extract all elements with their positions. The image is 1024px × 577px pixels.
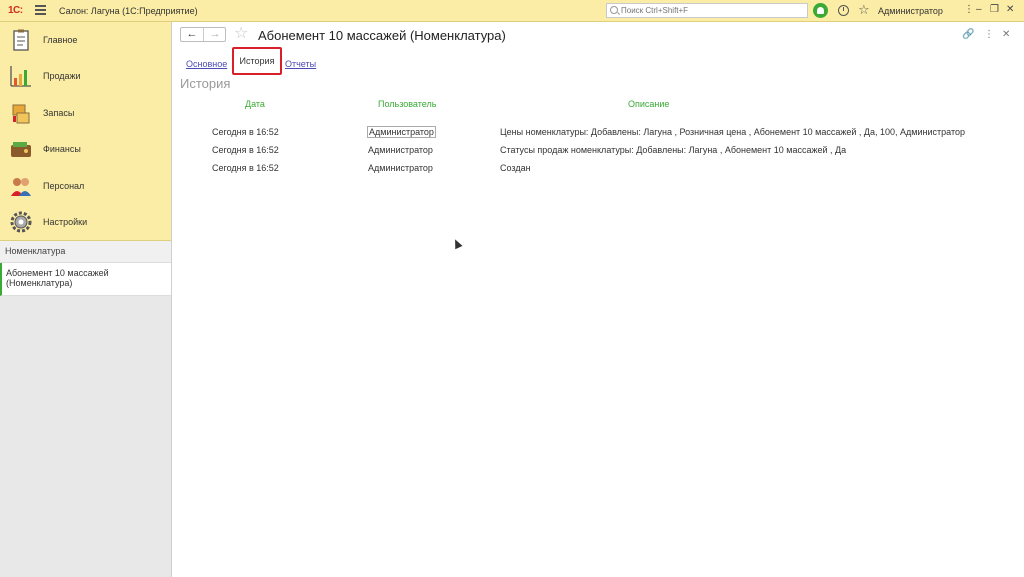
section-label: Настройки bbox=[43, 216, 88, 227]
link-icon[interactable]: 🔗 bbox=[962, 29, 974, 40]
staff-icon bbox=[11, 177, 31, 196]
cell-user: Администратор bbox=[368, 145, 433, 155]
section-stock[interactable]: Запасы bbox=[0, 95, 171, 131]
global-search[interactable] bbox=[606, 3, 808, 18]
notifications-icon[interactable] bbox=[813, 3, 828, 18]
section-label: Персонал bbox=[43, 180, 85, 191]
cell-user[interactable]: Администратор bbox=[367, 126, 436, 138]
more-actions-icon[interactable]: ⋮ bbox=[984, 29, 994, 40]
section-settings[interactable]: Настройки bbox=[0, 204, 171, 240]
search-input[interactable] bbox=[621, 5, 801, 16]
form-area: ← → ☆ Абонемент 10 массажей (Номенклатур… bbox=[172, 22, 1024, 577]
stock-icon bbox=[12, 104, 30, 124]
maximize-icon[interactable]: ❐ bbox=[990, 4, 999, 16]
back-arrow-icon[interactable]: ← bbox=[181, 28, 204, 41]
section-finance[interactable]: Финансы bbox=[0, 131, 171, 167]
history-icon[interactable] bbox=[838, 5, 849, 16]
cell-date: Сегодня в 16:52 bbox=[212, 127, 279, 137]
settings-icon bbox=[10, 211, 32, 233]
sidebar: Главное Продажи Запасы Финансы Персонал … bbox=[0, 22, 172, 577]
cell-description: Цены номенклатуры: Добавлены: Лагуна , Р… bbox=[500, 127, 965, 137]
tab-reports[interactable]: Отчеты bbox=[285, 56, 316, 76]
section-label: Запасы bbox=[43, 107, 75, 118]
navigation-buttons: ← → bbox=[180, 27, 226, 42]
cell-user: Администратор bbox=[368, 163, 433, 173]
section-main[interactable]: Главное bbox=[0, 22, 171, 58]
column-header-description: Описание bbox=[628, 99, 670, 109]
sales-icon bbox=[10, 66, 31, 88]
cell-description: Создан bbox=[500, 163, 531, 173]
tab-main[interactable]: Основное bbox=[186, 56, 227, 76]
main-icon bbox=[13, 29, 29, 51]
main-menu-icon[interactable] bbox=[35, 5, 46, 15]
table-row[interactable]: Сегодня в 16:52 Администратор Статусы пр… bbox=[172, 141, 1024, 159]
section-label: Главное bbox=[43, 35, 78, 45]
section-staff[interactable]: Персонал bbox=[0, 168, 171, 204]
section-sales[interactable]: Продажи bbox=[0, 58, 171, 94]
cell-date: Сегодня в 16:52 bbox=[212, 145, 279, 155]
open-window-item[interactable]: Абонемент 10 массажей (Номенклатура) bbox=[0, 263, 171, 296]
app-title: Салон: Лагуна (1С:Предприятие) bbox=[59, 6, 198, 16]
cell-date: Сегодня в 16:52 bbox=[212, 163, 279, 173]
section-label: Финансы bbox=[43, 144, 81, 155]
mouse-cursor-icon bbox=[451, 237, 463, 250]
table-row[interactable]: Сегодня в 16:52 Администратор Создан bbox=[172, 159, 1024, 177]
search-icon bbox=[610, 6, 618, 14]
section-title: История bbox=[180, 76, 231, 91]
close-icon[interactable]: ✕ bbox=[1006, 4, 1014, 16]
forward-arrow-icon[interactable]: → bbox=[204, 28, 226, 41]
section-label: Продажи bbox=[43, 71, 81, 82]
minimize-icon[interactable]: – bbox=[976, 4, 982, 16]
cell-description: Статусы продаж номенклатуры: Добавлены: … bbox=[500, 145, 847, 155]
1c-logo: 1С: bbox=[8, 5, 23, 16]
section-panel: Главное Продажи Запасы Финансы Персонал … bbox=[0, 22, 171, 241]
add-favorite-star-icon[interactable]: ☆ bbox=[234, 25, 248, 42]
current-user[interactable]: Администратор bbox=[878, 6, 943, 16]
top-bar: 1С: Салон: Лагуна (1С:Предприятие) ☆ Адм… bbox=[0, 0, 1024, 22]
close-form-icon[interactable]: ✕ bbox=[1002, 29, 1010, 40]
finance-icon bbox=[11, 142, 31, 158]
page-title: Абонемент 10 массажей (Номенклатура) bbox=[258, 28, 506, 43]
open-windows-header: Номенклатура bbox=[0, 241, 171, 263]
more-menu-icon[interactable]: ⋮ bbox=[964, 4, 974, 16]
favorites-star-icon[interactable]: ☆ bbox=[858, 3, 870, 17]
column-header-user: Пользователь bbox=[378, 99, 437, 109]
table-row[interactable]: Сегодня в 16:52 Администратор Цены номен… bbox=[172, 123, 1024, 141]
column-header-date: Дата bbox=[245, 99, 265, 109]
tab-history[interactable]: История bbox=[232, 47, 282, 75]
